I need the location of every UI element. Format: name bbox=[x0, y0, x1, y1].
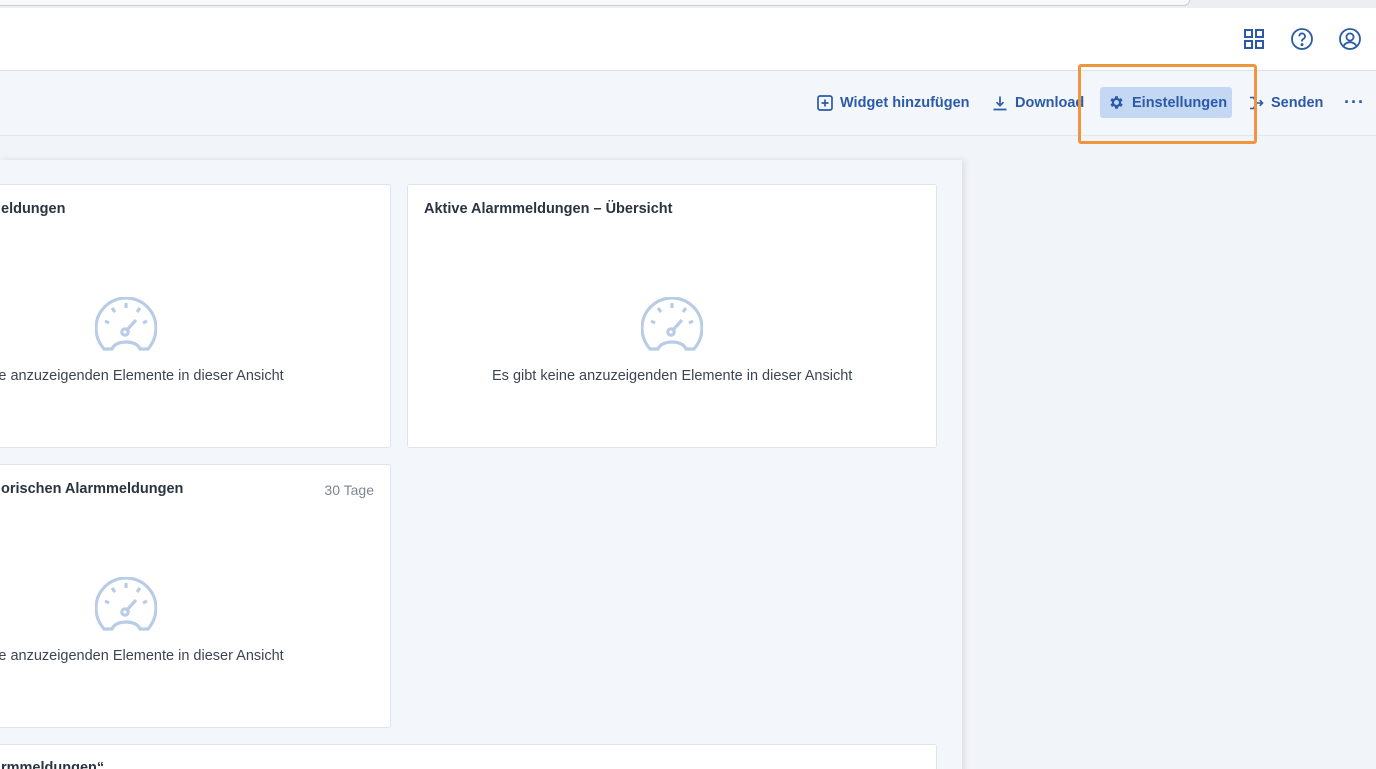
address-bar-edge bbox=[0, 0, 1190, 6]
apps-grid-icon[interactable] bbox=[1241, 26, 1267, 52]
more-options-icon: ··· bbox=[1344, 92, 1365, 112]
app-header bbox=[0, 8, 1376, 71]
dashboard-toolbar: Widget hinzufügen Download Einstellungen… bbox=[0, 71, 1376, 136]
send-share-icon bbox=[1250, 96, 1264, 109]
widget-card-alarms: eldungen eine anzuzeigenden Elemente in … bbox=[0, 184, 391, 448]
browser-top-strip bbox=[0, 0, 1376, 8]
widget-title: eldungen bbox=[1, 201, 66, 217]
user-account-icon[interactable] bbox=[1337, 26, 1363, 52]
add-widget-label: Widget hinzufügen bbox=[840, 94, 970, 111]
time-range-badge: 30 Tage bbox=[324, 482, 374, 498]
widget-title: rmmeldungen“ bbox=[1, 760, 105, 769]
widget-title: Aktive Alarmmeldungen – Übersicht bbox=[424, 201, 673, 217]
settings-button[interactable]: Einstellungen bbox=[1100, 87, 1232, 118]
widget-title: orischen Alarmmeldungen bbox=[1, 481, 184, 497]
more-options-button[interactable]: ··· bbox=[1336, 87, 1373, 118]
gear-icon bbox=[1110, 96, 1123, 109]
download-button[interactable]: Download bbox=[984, 87, 1084, 118]
help-icon[interactable] bbox=[1289, 26, 1315, 52]
send-label: Senden bbox=[1271, 94, 1324, 111]
widget-card-historic-alarms: orischen Alarmmeldungen 30 Tage eine anz… bbox=[0, 464, 391, 728]
gauge-empty-icon bbox=[95, 297, 157, 351]
empty-state-text: Es gibt keine anzuzeigenden Elemente in … bbox=[492, 368, 853, 384]
empty-state-text: eine anzuzeigenden Elemente in dieser An… bbox=[0, 368, 284, 384]
widget-card-alarms-bottom: rmmeldungen“ bbox=[0, 744, 937, 769]
download-button-clip: Download bbox=[984, 87, 1084, 118]
download-label: Download bbox=[1015, 94, 1084, 111]
plus-square-icon bbox=[817, 94, 833, 111]
gauge-empty-icon bbox=[95, 577, 157, 631]
widget-card-active-alarms-overview: Aktive Alarmmeldungen – Übersicht Es gib… bbox=[407, 184, 937, 448]
download-icon bbox=[993, 96, 1007, 110]
empty-state-text: eine anzuzeigenden Elemente in dieser An… bbox=[0, 648, 284, 664]
gauge-empty-icon bbox=[641, 297, 703, 351]
add-widget-button[interactable]: Widget hinzufügen bbox=[809, 87, 978, 118]
send-button[interactable]: Senden bbox=[1240, 87, 1331, 118]
settings-label: Einstellungen bbox=[1132, 94, 1228, 111]
